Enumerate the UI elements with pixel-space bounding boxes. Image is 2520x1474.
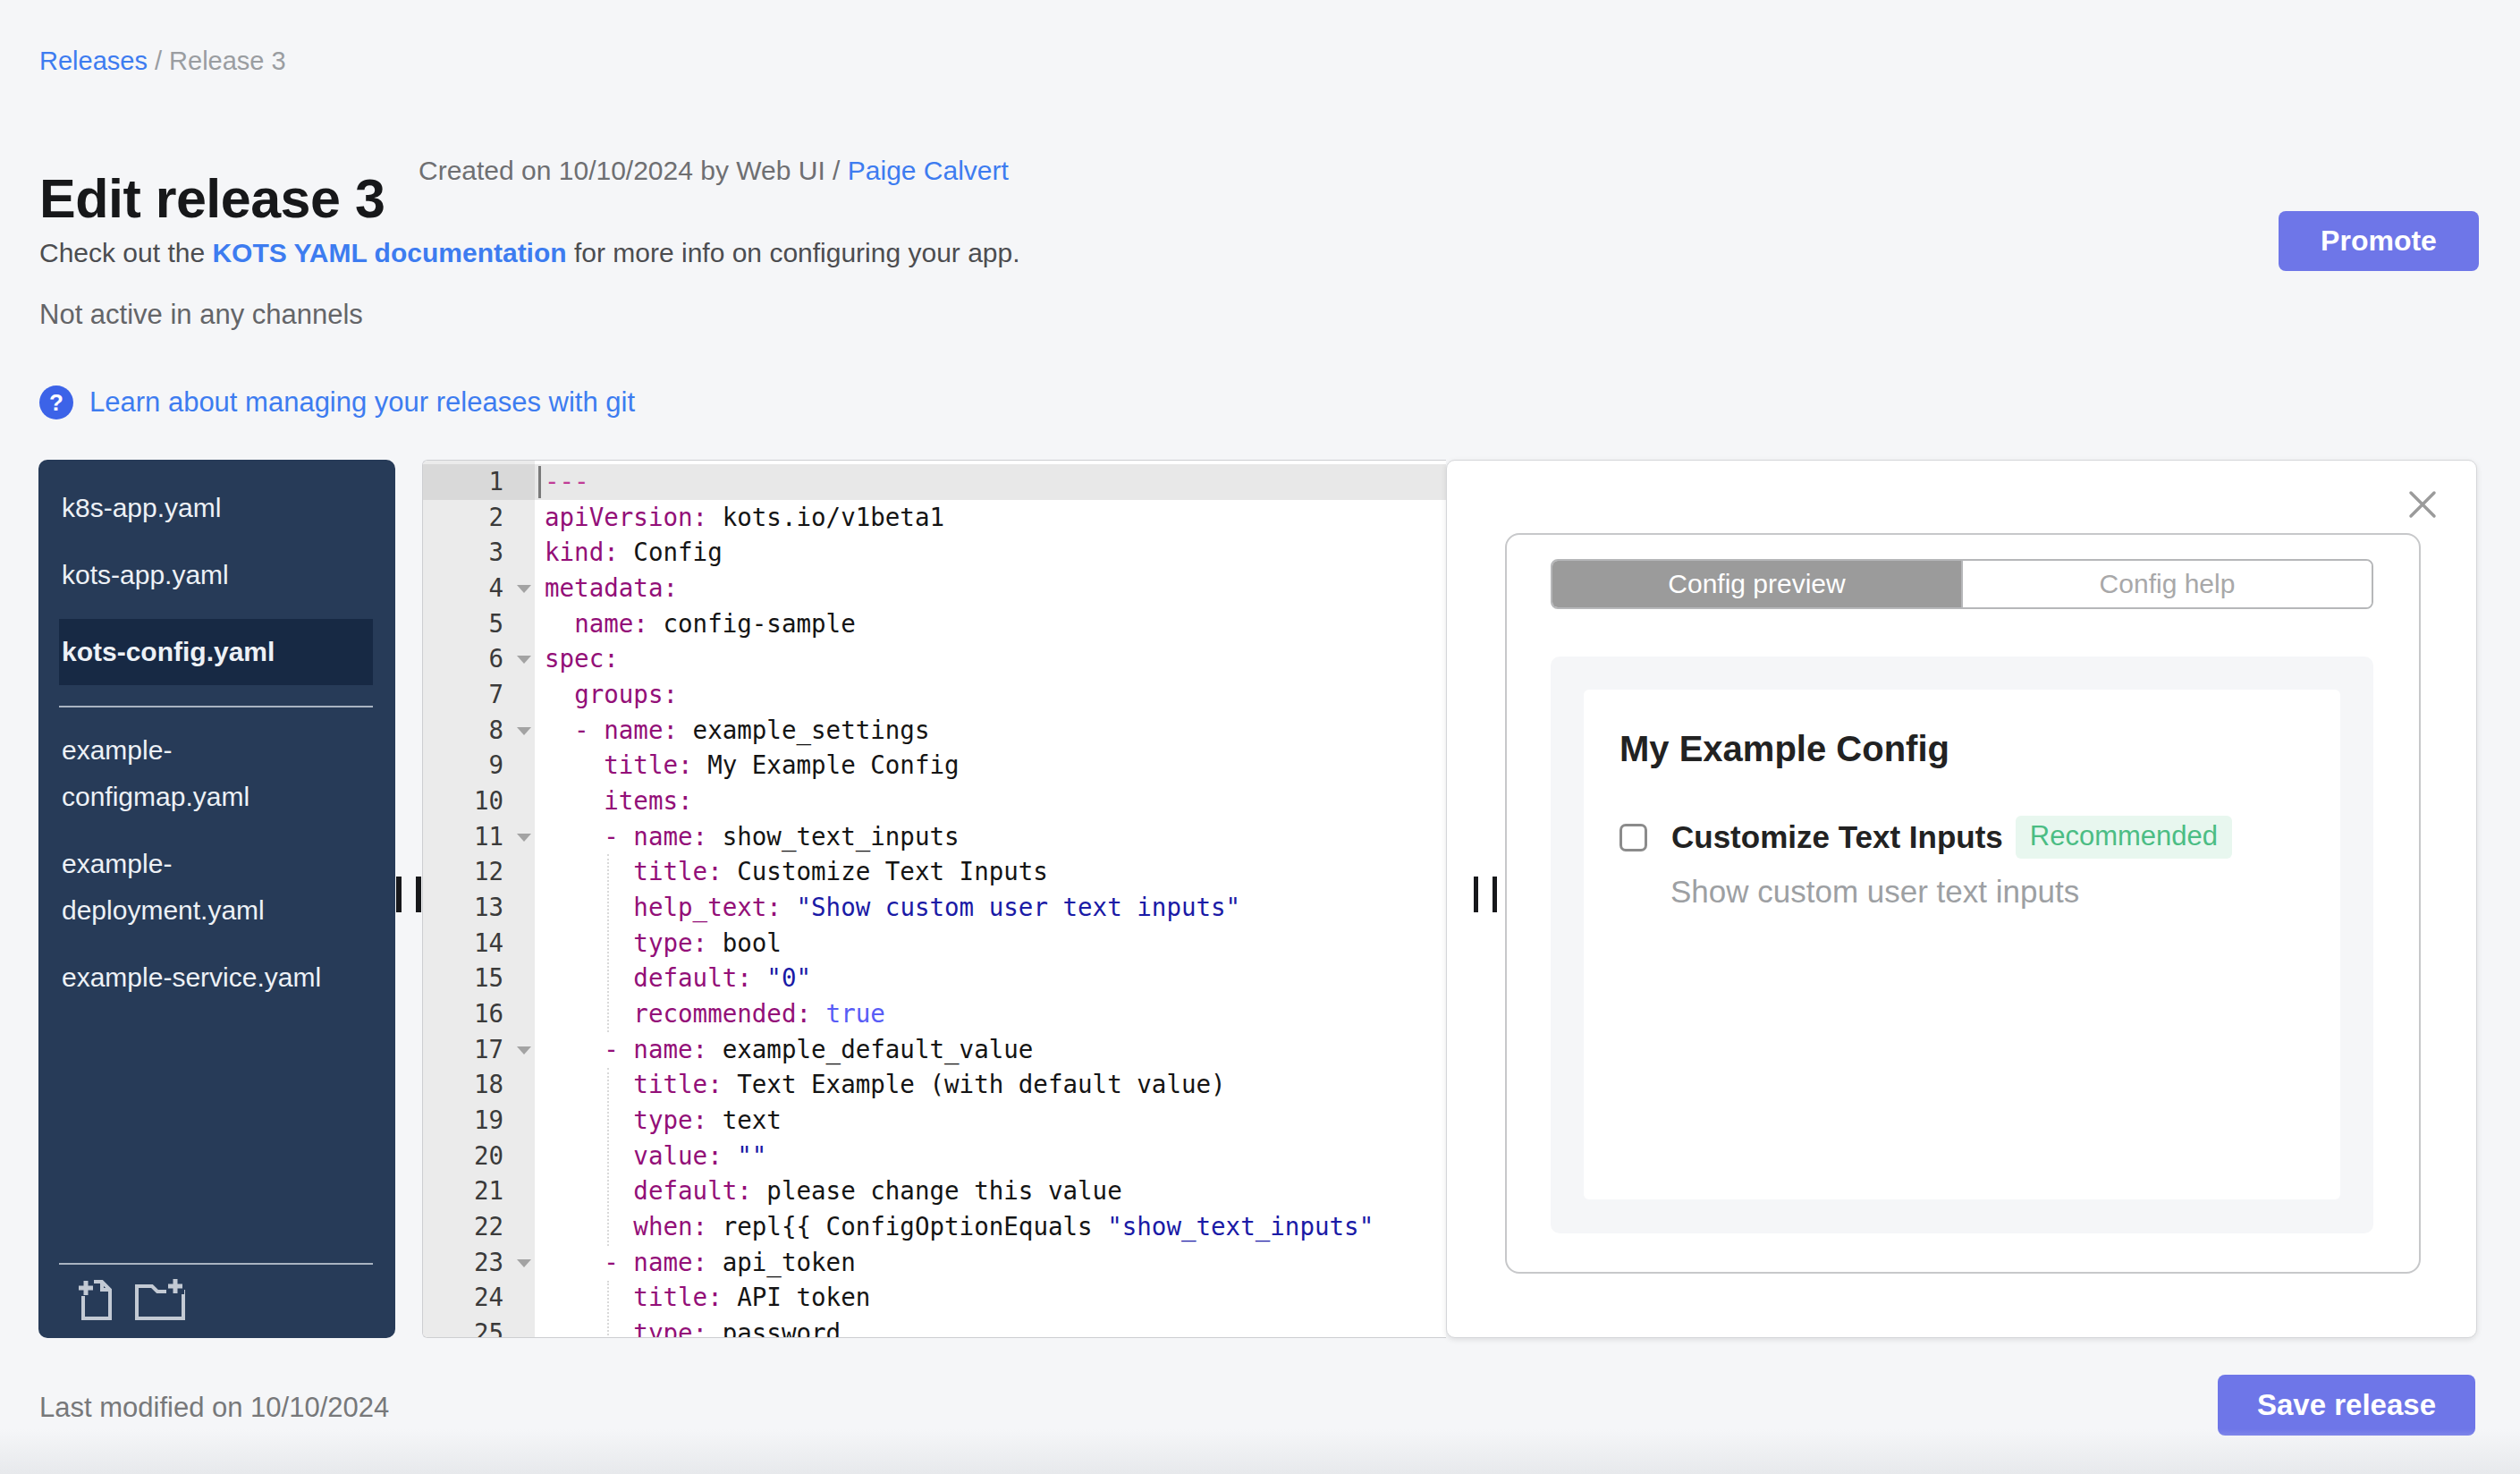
code-content[interactable]: ---apiVersion: kots.io/v1beta1kind: Conf… xyxy=(535,464,1446,1338)
text-cursor xyxy=(538,466,541,498)
last-modified-label: Last modified on 10/10/2024 xyxy=(39,1392,389,1424)
preview-tabs: Config previewConfig help xyxy=(1551,559,2373,609)
breadcrumb-releases-link[interactable]: Releases xyxy=(39,47,148,75)
code-editor[interactable]: 1234567891011121314151617181920212223242… xyxy=(422,460,1446,1338)
git-help-row: ? Learn about managing your releases wit… xyxy=(39,385,635,419)
config-item-title: Customize Text Inputs xyxy=(1671,819,2003,855)
question-icon[interactable]: ? xyxy=(39,385,73,419)
config-group-title: My Example Config xyxy=(1619,729,2340,769)
file-tree-divider xyxy=(59,706,373,707)
file-tree-item[interactable]: example-configmap.yaml xyxy=(59,727,340,820)
config-card: My Example Config Customize Text Inputs … xyxy=(1584,690,2340,1199)
file-tree-item[interactable]: kots-config.yaml xyxy=(59,619,373,685)
file-tree-item[interactable]: example-deployment.yaml xyxy=(59,841,340,934)
kots-docs-link[interactable]: KOTS YAML documentation xyxy=(212,238,566,267)
file-tree-item[interactable]: example-service.yaml xyxy=(59,954,340,1001)
breadcrumb: Releases / Release 3 xyxy=(39,47,286,76)
fold-caret-icon[interactable] xyxy=(517,1259,531,1267)
sidebar-footer-divider xyxy=(59,1263,373,1265)
save-release-button[interactable]: Save release xyxy=(2218,1375,2475,1436)
add-folder-icon[interactable] xyxy=(134,1277,186,1322)
config-preview-box: Config previewConfig help My Example Con… xyxy=(1505,533,2421,1274)
created-line: Created on 10/10/2024 by Web UI / Paige … xyxy=(419,156,1009,186)
sidebar-footer xyxy=(59,1263,373,1322)
fold-caret-icon[interactable] xyxy=(517,656,531,664)
file-tree-sidebar: k8s-app.yaml kots-app.yaml kots-config.yam… xyxy=(38,460,395,1338)
fold-caret-icon[interactable] xyxy=(517,834,531,842)
author-link[interactable]: Paige Calvert xyxy=(848,156,1009,185)
file-tree-item[interactable]: k8s-app.yaml xyxy=(59,485,340,531)
line-numbers: 1234567891011121314151617181920212223242… xyxy=(423,464,535,1338)
file-tree-item[interactable]: kots-app.yaml xyxy=(59,552,340,598)
add-file-icon[interactable] xyxy=(77,1277,116,1322)
config-preview-panel: Config previewConfig help My Example Con… xyxy=(1446,460,2477,1338)
config-checkbox[interactable] xyxy=(1619,824,1647,851)
recommended-badge: Recommended xyxy=(2016,816,2232,859)
close-icon[interactable] xyxy=(2408,490,2437,519)
sidebar-resize-handle[interactable] xyxy=(396,877,421,912)
promote-button[interactable]: Promote xyxy=(2279,211,2479,271)
page-title: Edit release 3 xyxy=(39,167,385,230)
tab-config-preview[interactable]: Config preview xyxy=(1552,561,1961,607)
fold-caret-icon[interactable] xyxy=(517,1046,531,1055)
page-bottom-shade xyxy=(0,1429,2520,1474)
panel-resize-handle[interactable] xyxy=(1474,877,1497,912)
release-workspace: k8s-app.yaml kots-app.yaml kots-config.yam… xyxy=(0,460,2520,1338)
config-item-help: Show custom user text inputs xyxy=(1670,874,2340,910)
fold-caret-icon[interactable] xyxy=(517,727,531,735)
breadcrumb-separator: / xyxy=(148,47,169,75)
docs-line: Check out the KOTS YAML documentation fo… xyxy=(39,238,1020,268)
git-releases-link[interactable]: Learn about managing your releases with … xyxy=(89,386,635,419)
preview-body: My Example Config Customize Text Inputs … xyxy=(1551,657,2373,1233)
channel-status: Not active in any channels xyxy=(39,299,363,331)
tab-config-help[interactable]: Config help xyxy=(1961,561,2372,607)
file-list: k8s-app.yaml kots-app.yaml kots-config.yam… xyxy=(38,460,395,1001)
fold-caret-icon[interactable] xyxy=(517,585,531,593)
breadcrumb-current: Release 3 xyxy=(169,47,286,75)
